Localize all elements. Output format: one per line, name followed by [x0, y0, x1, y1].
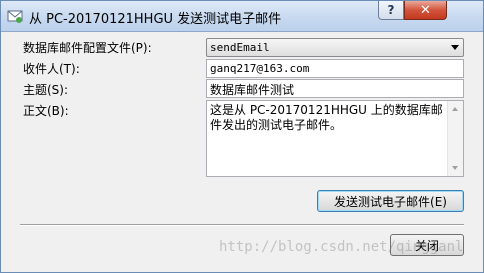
recipient-field[interactable]: ganq217@163.com: [206, 59, 464, 78]
body-textarea[interactable]: 这是从 PC-20170121HHGU 上的数据库邮件发出的测试电子邮件。: [206, 100, 464, 177]
scroll-up-icon[interactable]: [452, 107, 458, 111]
close-icon: ✕: [420, 2, 431, 18]
window-title: 从 PC-20170121HHGU 发送测试电子邮件: [29, 12, 282, 27]
profile-select-value: sendEmail: [210, 41, 270, 54]
subject-field[interactable]: 数据库邮件测试: [206, 79, 464, 98]
body-scrollbar[interactable]: [447, 101, 463, 176]
send-test-email-dialog: 从 PC-20170121HHGU 发送测试电子邮件 ? ✕ 数据库邮件配置文件…: [0, 0, 484, 273]
recipient-label: 收件人(T):: [23, 62, 80, 76]
subject-label: 主题(S):: [23, 83, 69, 97]
scroll-down-icon[interactable]: [452, 166, 458, 170]
body-value: 这是从 PC-20170121HHGU 上的数据库邮件发出的测试电子邮件。: [210, 103, 443, 132]
help-icon: ?: [387, 3, 395, 17]
help-button[interactable]: ?: [378, 1, 404, 20]
recipient-value: ganq217@163.com: [210, 62, 310, 75]
mail-envelope-icon: [7, 10, 23, 23]
send-test-email-button[interactable]: 发送测试电子邮件(E): [317, 190, 464, 212]
profile-label: 数据库邮件配置文件(P):: [23, 41, 152, 55]
profile-select[interactable]: sendEmail: [206, 38, 464, 57]
chevron-down-icon: [451, 45, 459, 50]
window-close-button[interactable]: ✕: [404, 1, 447, 20]
watermark: http://blog.csdn.net/qingganl: [219, 239, 464, 255]
title-bar[interactable]: 从 PC-20170121HHGU 发送测试电子邮件 ? ✕: [1, 1, 483, 32]
body-label: 正文(B):: [23, 104, 69, 118]
subject-value: 数据库邮件测试: [210, 83, 295, 97]
divider: [20, 224, 464, 226]
